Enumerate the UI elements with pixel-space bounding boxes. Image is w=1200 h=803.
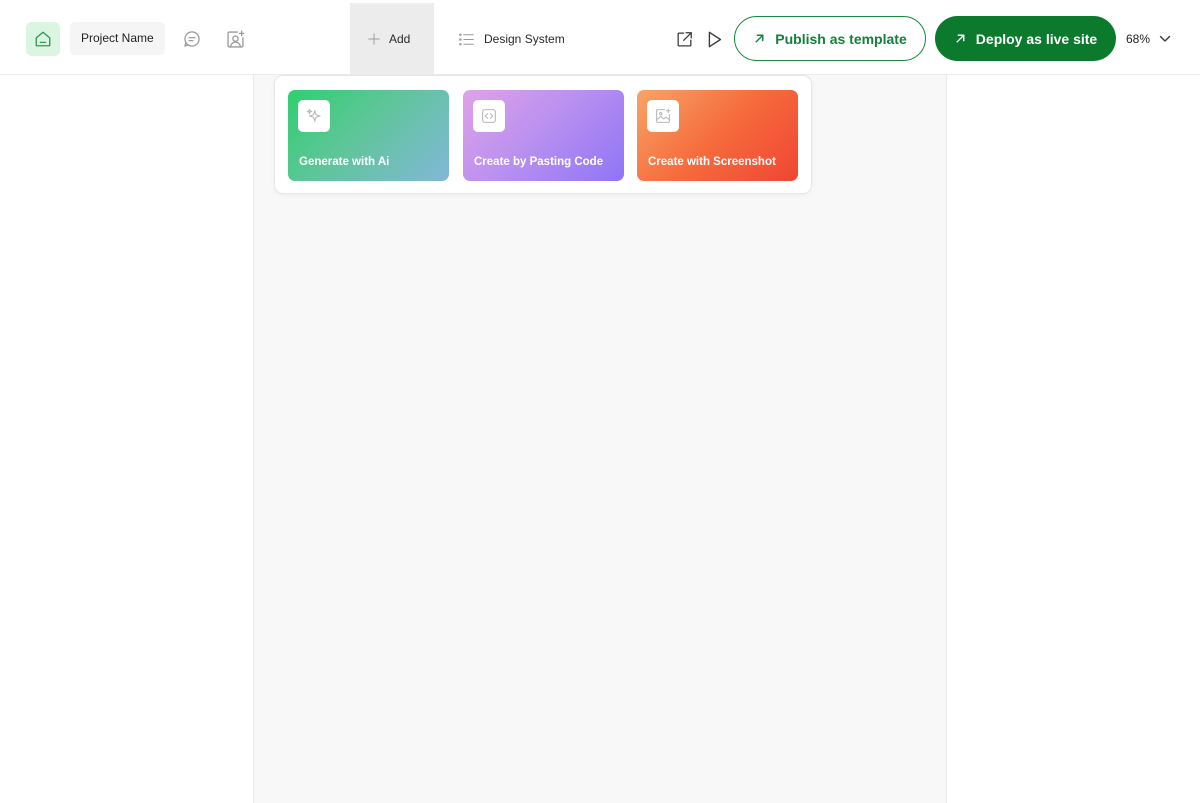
card-icon-box — [298, 100, 330, 132]
add-tab-label: Add — [389, 32, 411, 46]
comment-button[interactable] — [181, 28, 203, 50]
image-plus-icon — [656, 108, 671, 123]
list-icon — [459, 32, 474, 46]
home-icon — [35, 31, 51, 47]
preview-play-button[interactable] — [703, 28, 725, 50]
plus-icon — [368, 33, 380, 45]
home-button[interactable] — [26, 22, 60, 56]
chevron-down-icon — [1159, 35, 1171, 42]
arrow-up-right-icon — [755, 34, 764, 43]
top-toolbar: Project Name Add Design System Publish a… — [0, 0, 1200, 75]
add-user-button[interactable] — [224, 28, 246, 50]
screenshot-card[interactable]: Create with Screenshot — [637, 90, 798, 181]
add-user-icon — [226, 30, 244, 48]
paste-code-card[interactable]: Create by Pasting Code — [463, 90, 624, 181]
comment-icon — [184, 31, 200, 47]
deploy-label: Deploy as live site — [975, 30, 1098, 47]
add-menu-popover: Generate with Ai Create by Pasting Code … — [274, 75, 812, 194]
generate-with-ai-card[interactable]: Generate with Ai — [288, 90, 449, 181]
open-external-button[interactable] — [673, 28, 695, 50]
card-label: Create with Screenshot — [648, 156, 776, 168]
sparkle-icon — [306, 108, 321, 122]
add-tab[interactable]: Add — [350, 3, 434, 75]
zoom-dropdown[interactable]: 68% — [1126, 28, 1171, 50]
card-label: Generate with Ai — [299, 156, 390, 168]
card-label: Create by Pasting Code — [474, 156, 604, 168]
play-icon — [708, 31, 721, 47]
arrow-up-right-icon — [956, 34, 965, 43]
code-icon — [482, 109, 496, 123]
design-system-tab[interactable]: Design System — [458, 28, 565, 50]
publish-template-button[interactable]: Publish as template — [734, 16, 926, 61]
design-system-label: Design System — [484, 32, 565, 46]
project-name[interactable]: Project Name — [70, 22, 165, 55]
card-icon-box — [473, 100, 505, 132]
card-icon-box — [647, 100, 679, 132]
deploy-live-site-button[interactable]: Deploy as live site — [935, 16, 1116, 61]
external-link-icon — [677, 31, 692, 46]
zoom-value: 68% — [1126, 32, 1151, 46]
publish-label: Publish as template — [775, 30, 907, 47]
